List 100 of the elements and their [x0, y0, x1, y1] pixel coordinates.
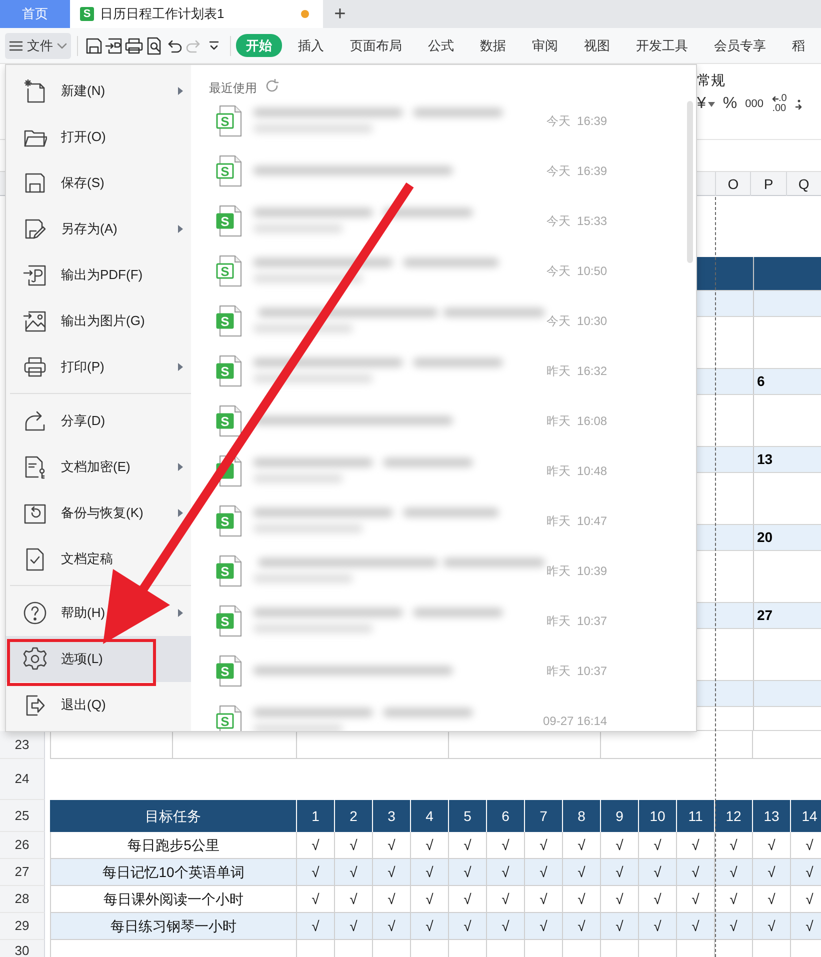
ribbon-tab[interactable]: 开发工具 — [626, 34, 698, 58]
check-cell: √ — [753, 859, 791, 886]
menu-item[interactable]: 输出为图片(G) — [6, 298, 191, 344]
check-cell: √ — [411, 859, 449, 886]
document-tab[interactable]: S 日历日程工作计划表1 — [70, 0, 323, 28]
menu-item[interactable]: 打印(P) — [6, 344, 191, 390]
menu-item[interactable]: 帮助(H) — [6, 590, 191, 636]
new-tab-button[interactable]: + — [323, 0, 357, 28]
check-cell: √ — [449, 913, 487, 940]
check-cell: √ — [677, 859, 715, 886]
export-icon — [104, 36, 124, 56]
menu-item[interactable]: 另存为(A) — [6, 206, 191, 252]
task-cell: 每日记忆10个英语单词 — [50, 859, 297, 886]
check-cell: √ — [525, 913, 563, 940]
thousands-separator-button[interactable]: 000 — [745, 98, 764, 110]
check-cell: √ — [487, 859, 525, 886]
section-title: 最近使用 — [209, 80, 257, 97]
ribbon-tab[interactable]: 数据 — [470, 34, 516, 58]
check-cell: √ — [563, 859, 601, 886]
row-number[interactable]: 27 — [0, 859, 45, 886]
table-header-cell: 3 — [373, 800, 411, 832]
spreadsheet-icon: S — [80, 7, 94, 21]
check-cell: √ — [297, 859, 335, 886]
ribbon-tab[interactable]: 审阅 — [522, 34, 568, 58]
settings-icon — [23, 647, 47, 671]
check-cell: √ — [487, 913, 525, 940]
check-cell: √ — [791, 913, 821, 940]
submenu-arrow-icon — [178, 363, 183, 371]
column-header[interactable]: O — [715, 172, 750, 196]
menu-item[interactable]: 退出(Q) — [6, 682, 191, 728]
check-cell: √ — [373, 913, 411, 940]
column-header[interactable]: P — [750, 172, 786, 196]
table-header-cell: 5 — [449, 800, 487, 832]
row-number[interactable]: 29 — [0, 913, 45, 940]
chevron-down-icon — [57, 42, 67, 50]
table-header-cell: 目标任务 — [50, 800, 297, 832]
check-cell: √ — [715, 913, 753, 940]
table-header-cell: 1 — [297, 800, 335, 832]
print-icon — [23, 355, 47, 379]
menu-item[interactable]: 打开(O) — [6, 114, 191, 160]
currency-button[interactable]: ¥ — [697, 96, 715, 112]
save-as-icon — [23, 217, 47, 241]
row-number[interactable]: 25 — [0, 800, 45, 832]
submenu-arrow-icon — [178, 87, 183, 95]
task-cell: 每日练习钢琴一小时 — [50, 913, 297, 940]
menu-item[interactable]: 新建(N) — [6, 68, 191, 114]
submenu-arrow-icon — [178, 225, 183, 233]
number-format-field[interactable]: 常规 — [697, 64, 821, 94]
check-cell: √ — [601, 913, 639, 940]
date-number: 27 — [757, 606, 773, 625]
help-icon — [23, 601, 47, 625]
menu-item[interactable]: 备份与恢复(K) — [6, 490, 191, 536]
arrow-right-icon — [794, 98, 802, 110]
date-number: 6 — [757, 372, 765, 391]
ribbon-tab[interactable]: 会员专享 — [704, 34, 776, 58]
table-header-cell: 12 — [715, 800, 753, 832]
ribbon-tab[interactable]: 视图 — [574, 34, 620, 58]
table-header-cell: 8 — [563, 800, 601, 832]
increase-decimal-button[interactable] — [794, 98, 802, 110]
row-number[interactable]: 26 — [0, 832, 45, 859]
row-number[interactable]: 24 — [0, 759, 45, 800]
check-cell: √ — [335, 913, 373, 940]
date-number: 13 — [757, 450, 773, 469]
menu-item[interactable]: 文档定稿 — [6, 536, 191, 582]
ribbon-tab[interactable]: 插入 — [288, 34, 334, 58]
share-icon — [23, 409, 47, 433]
ribbon-tab[interactable]: 公式 — [418, 34, 464, 58]
check-cell: √ — [791, 859, 821, 886]
document-lock-icon — [23, 455, 47, 479]
menu-item[interactable]: 选项(L) — [6, 636, 191, 682]
menu-item[interactable]: 输出为PDF(F) — [6, 252, 191, 298]
row-number[interactable]: 23 — [0, 731, 45, 759]
ribbon-tab[interactable]: 页面布局 — [340, 34, 412, 58]
percent-button[interactable]: % — [722, 96, 738, 112]
new-file-icon — [23, 79, 47, 103]
row-number[interactable]: 30 — [0, 940, 45, 957]
table-header-cell: 14 — [791, 800, 821, 832]
menu-item[interactable]: 分享(D) — [6, 398, 191, 444]
menu-item[interactable]: 保存(S) — [6, 160, 191, 206]
file-menu-button[interactable]: 文件 — [5, 32, 71, 58]
check-cell: √ — [563, 913, 601, 940]
row-number[interactable]: 28 — [0, 886, 45, 913]
save-icon — [23, 171, 47, 195]
table-header-cell: 7 — [525, 800, 563, 832]
check-cell: √ — [639, 859, 677, 886]
submenu-arrow-icon — [178, 509, 183, 517]
table-header-cell: 4 — [411, 800, 449, 832]
date-number: 20 — [757, 528, 773, 547]
submenu-arrow-icon — [178, 463, 183, 471]
decrease-decimal-button[interactable]: .0 .00 — [772, 94, 787, 114]
check-cell: √ — [639, 913, 677, 940]
ribbon-tab[interactable]: 稻 — [782, 34, 815, 58]
refresh-icon[interactable] — [265, 79, 279, 93]
menu-item[interactable]: 文档加密(E) — [6, 444, 191, 490]
check-cell: √ — [449, 859, 487, 886]
column-header[interactable]: Q — [786, 172, 821, 196]
scrollbar-thumb[interactable] — [687, 101, 693, 263]
menu-icon — [9, 40, 23, 52]
check-cell: √ — [411, 913, 449, 940]
save-icon — [84, 36, 104, 56]
